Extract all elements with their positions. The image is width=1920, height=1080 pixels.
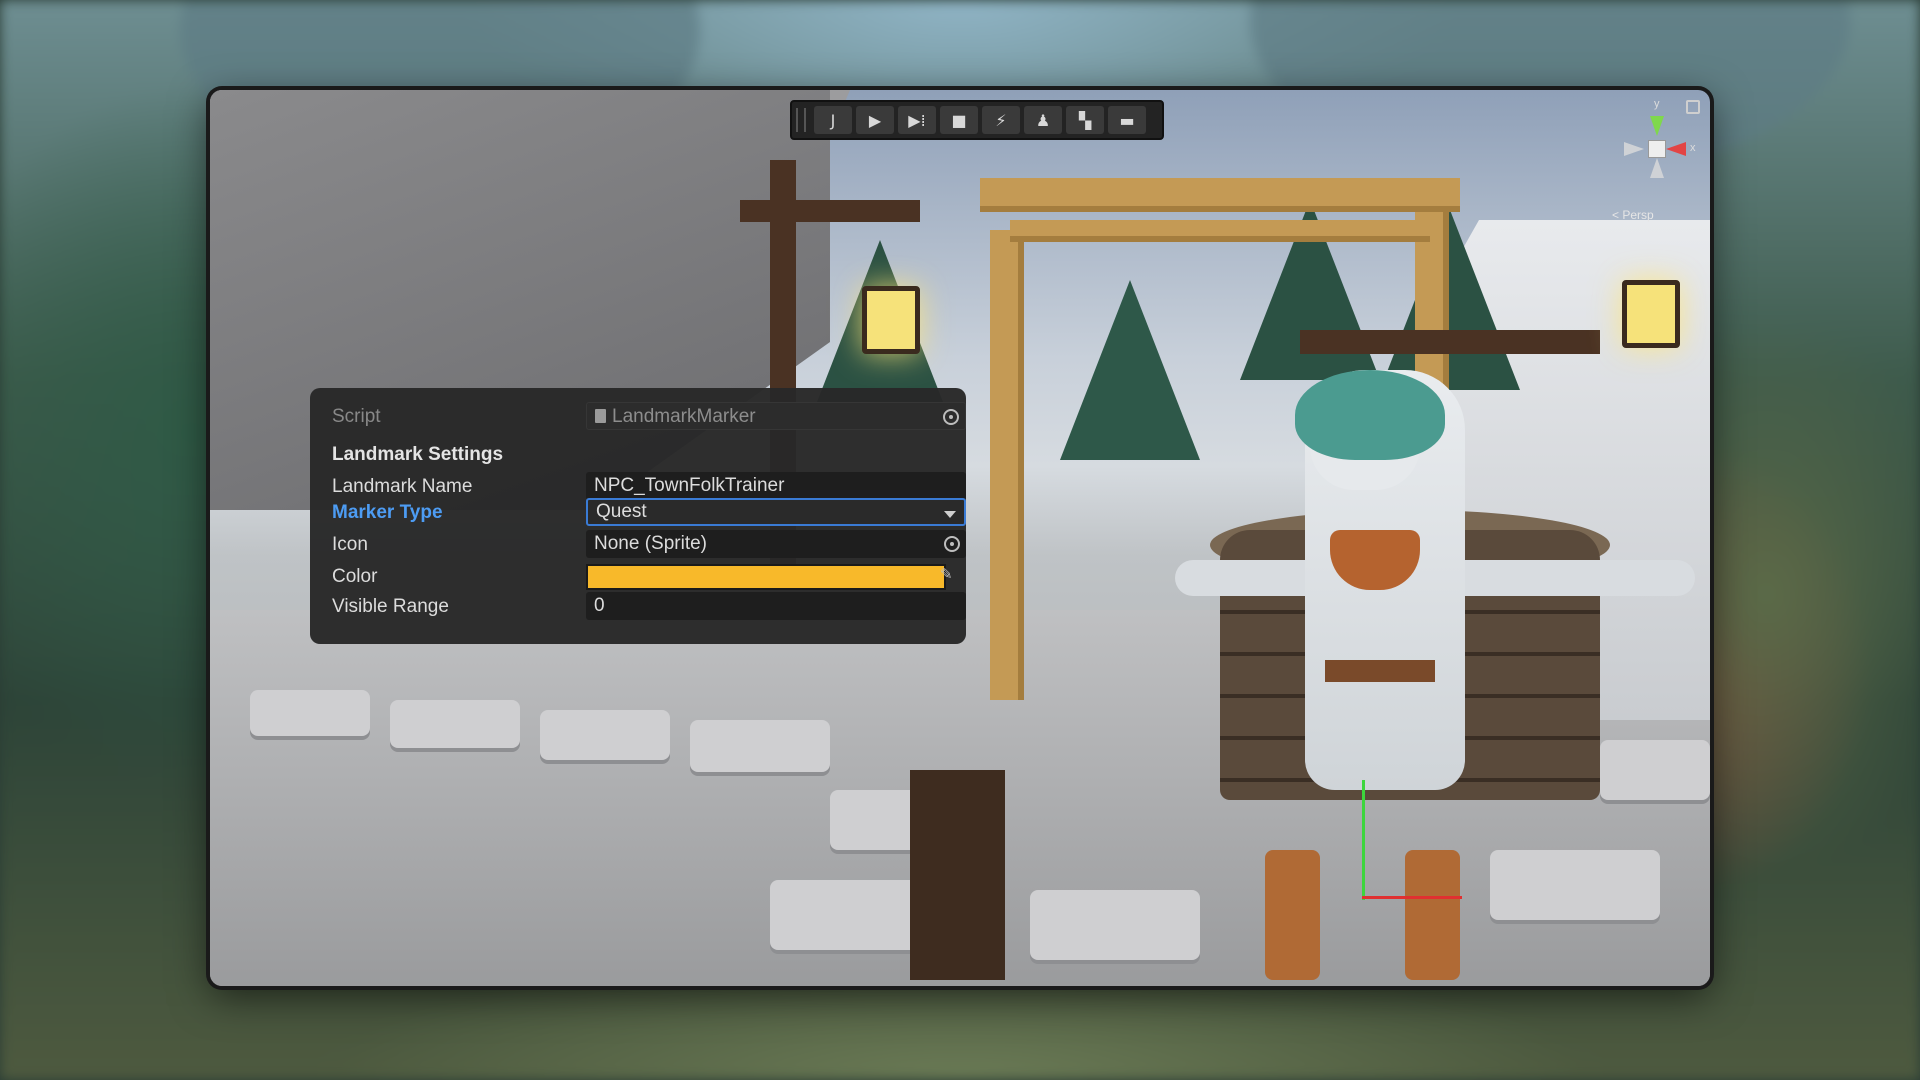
visible-range-label: Visible Range bbox=[332, 596, 449, 617]
cobblestone bbox=[540, 710, 670, 760]
x-axis-label: x bbox=[1690, 142, 1696, 154]
cobblestone bbox=[690, 720, 830, 772]
character-boot bbox=[1405, 850, 1460, 980]
toolbox-icon: ▬ bbox=[1119, 110, 1135, 130]
landmark-name-label: Landmark Name bbox=[332, 476, 473, 497]
cobblestone bbox=[1490, 850, 1660, 920]
gate-beam bbox=[980, 178, 1460, 212]
cobblestone bbox=[250, 690, 370, 736]
marker-type-value: Quest bbox=[596, 501, 647, 522]
step-button[interactable]: ▶⁞ bbox=[898, 106, 936, 134]
chevron-down-icon bbox=[944, 511, 956, 518]
well-beam bbox=[1300, 330, 1600, 354]
script-field[interactable]: LandmarkMarker bbox=[586, 402, 966, 430]
step-icon: ▶⁞ bbox=[908, 110, 926, 130]
cobblestone bbox=[1030, 890, 1200, 960]
landmark-name-row: Landmark Name NPC_TownFolkTrainer bbox=[310, 472, 966, 500]
object-picker-icon[interactable] bbox=[943, 409, 959, 425]
move-gizmo-x-axis[interactable] bbox=[1362, 896, 1462, 899]
toolbox-button[interactable]: ▬ bbox=[1108, 106, 1146, 134]
lantern bbox=[862, 286, 920, 354]
scene-view-window[interactable]: J ▶ ▶⁞ ■ ⚡ ♟ ▚ ▬ y x < Persp Script Land… bbox=[210, 90, 1710, 986]
move-gizmo-y-axis[interactable] bbox=[1362, 780, 1365, 900]
view-tool-icon: J bbox=[830, 110, 836, 130]
neg-x-axis-cone[interactable] bbox=[1624, 142, 1644, 156]
character-hat[interactable] bbox=[1295, 370, 1445, 460]
layout-icon: ▚ bbox=[1078, 110, 1092, 130]
gate-post bbox=[990, 230, 1024, 700]
lightning-icon: ⚡ bbox=[995, 110, 1007, 130]
visible-range-row: Visible Range 0 bbox=[310, 592, 966, 620]
script-row: Script LandmarkMarker bbox=[310, 402, 966, 430]
lightning-button[interactable]: ⚡ bbox=[982, 106, 1020, 134]
script-file-icon bbox=[595, 409, 606, 423]
cobblestone bbox=[770, 880, 930, 950]
lock-icon[interactable] bbox=[1686, 100, 1700, 114]
stop-button[interactable]: ■ bbox=[940, 106, 978, 134]
stop-icon: ■ bbox=[951, 110, 967, 130]
color-label: Color bbox=[332, 566, 378, 587]
color-row: Color ✎ bbox=[310, 562, 966, 590]
x-axis-cone[interactable] bbox=[1666, 142, 1686, 156]
icon-field[interactable]: None (Sprite) bbox=[586, 530, 966, 558]
cobblestone bbox=[390, 700, 520, 748]
visible-range-field[interactable]: 0 bbox=[586, 592, 966, 620]
section-header: Landmark Settings bbox=[332, 444, 504, 465]
gate-beam bbox=[1010, 220, 1430, 242]
toolbar-grip-handle[interactable] bbox=[796, 108, 806, 132]
y-axis-label: y bbox=[1654, 98, 1660, 110]
lantern bbox=[1622, 280, 1680, 348]
icon-label: Icon bbox=[332, 534, 368, 555]
inspector-panel: Script LandmarkMarker Landmark Settings … bbox=[310, 388, 966, 644]
icon-row: Icon None (Sprite) bbox=[310, 530, 966, 558]
character-belt bbox=[1325, 660, 1435, 682]
orientation-gizmo[interactable]: y x < Persp bbox=[1610, 98, 1706, 226]
y-axis-cone[interactable] bbox=[1650, 116, 1664, 136]
marker-type-row: Marker Type Quest bbox=[310, 498, 966, 526]
cobblestone bbox=[1600, 740, 1710, 800]
landmark-name-field[interactable]: NPC_TownFolkTrainer bbox=[586, 472, 966, 500]
wooden-crate bbox=[910, 770, 1005, 980]
gizmo-center-cube[interactable] bbox=[1648, 140, 1666, 158]
view-tool-button[interactable]: J bbox=[814, 106, 852, 134]
character-icon: ♟ bbox=[1035, 110, 1051, 130]
color-swatch[interactable] bbox=[586, 564, 946, 590]
script-value: LandmarkMarker bbox=[612, 406, 756, 427]
play-icon: ▶ bbox=[868, 110, 882, 130]
scene-toolbar: J ▶ ▶⁞ ■ ⚡ ♟ ▚ ▬ bbox=[790, 100, 1164, 140]
character-button[interactable]: ♟ bbox=[1024, 106, 1062, 134]
play-button[interactable]: ▶ bbox=[856, 106, 894, 134]
neg-z-axis-cone[interactable] bbox=[1650, 158, 1664, 178]
eyedropper-icon[interactable]: ✎ bbox=[940, 565, 960, 585]
marker-type-dropdown[interactable]: Quest bbox=[586, 498, 966, 526]
character-boot bbox=[1265, 850, 1320, 980]
projection-toggle[interactable]: < Persp bbox=[1612, 208, 1654, 222]
pine-tree bbox=[1060, 280, 1200, 460]
lantern-arm bbox=[740, 200, 920, 222]
object-picker-icon[interactable] bbox=[944, 536, 960, 552]
script-label: Script bbox=[332, 406, 381, 427]
layout-button[interactable]: ▚ bbox=[1066, 106, 1104, 134]
marker-type-label: Marker Type bbox=[332, 502, 443, 523]
icon-value: None (Sprite) bbox=[594, 533, 707, 554]
